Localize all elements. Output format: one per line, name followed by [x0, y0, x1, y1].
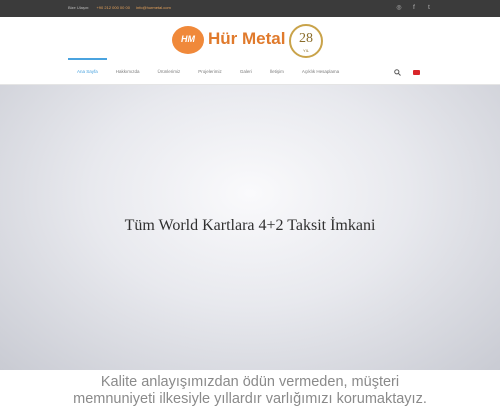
main-nav: Ana Sayfa Hakkımızda Ürünlerimiz Projele… [68, 58, 348, 84]
instagram-icon[interactable]: ◎ [396, 4, 402, 12]
email-link[interactable]: info@hurmetal.com [136, 5, 171, 10]
badge-number: 28 [299, 31, 313, 46]
logo-mark: HM [172, 26, 204, 54]
nav-item-home[interactable]: Ana Sayfa [68, 58, 107, 84]
top-bar: Bize Ulaşın: +90 212 000 00 00 info@hurm… [0, 0, 500, 17]
nav-item-gallery[interactable]: Galeri [231, 58, 261, 84]
nav-item-projects[interactable]: Projelerimiz [189, 58, 231, 84]
language-flag-icon[interactable] [413, 70, 420, 75]
anniversary-badge: 28 YIL [289, 24, 323, 58]
facebook-icon[interactable]: f [411, 4, 417, 12]
contact-label: Bize Ulaşın: [68, 5, 90, 10]
contact-info: Bize Ulaşın: +90 212 000 00 00 info@hurm… [68, 5, 176, 10]
badge-caption: YIL [302, 48, 309, 53]
nav-item-contact[interactable]: İletişim [261, 58, 293, 84]
site-logo[interactable]: HM Hür Metal 28 YIL [172, 24, 332, 60]
nav-item-products[interactable]: Ürünlerimiz [149, 58, 190, 84]
search-icon[interactable] [394, 69, 401, 76]
hero-title: Tüm World Kartlara 4+2 Taksit İmkani [124, 217, 376, 234]
intro-text: Kalite anlayışımızdan ödün vermeden, müş… [73, 374, 427, 407]
nav-item-about[interactable]: Hakkımızda [107, 58, 149, 84]
logo-name: Hür Metal [208, 29, 286, 48]
social-links: ◎ f t [396, 4, 432, 12]
nav-item-calculator[interactable]: Açıklık Hesaplama [293, 58, 348, 84]
twitter-icon[interactable]: t [426, 4, 432, 12]
site-header: HM Hür Metal 28 YIL Ana Sayfa Hakkımızda… [0, 17, 500, 85]
nav-tools [394, 69, 420, 76]
phone-link[interactable]: +90 212 000 00 00 [96, 5, 129, 10]
hero-banner: Tüm World Kartlara 4+2 Taksit İmkani [0, 85, 500, 370]
